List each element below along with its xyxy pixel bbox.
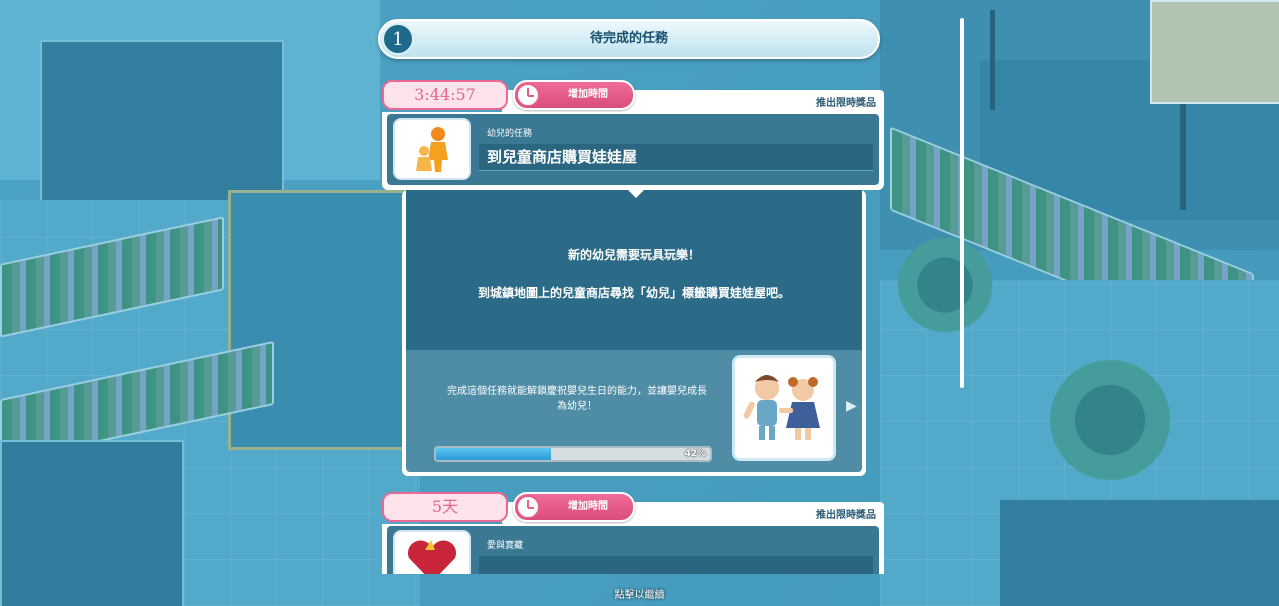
heart-treasure-icon xyxy=(393,530,471,574)
add-time-button[interactable]: 增加時間 xyxy=(513,492,635,522)
countdown-timer: 3:44:57 xyxy=(382,80,508,110)
page-title: 待完成的任務 xyxy=(589,31,668,46)
tap-to-continue[interactable]: 點擊以繼續 xyxy=(0,586,1279,601)
progress-bar: 42% xyxy=(434,446,712,462)
limited-prize-label: 推出限時獎品 xyxy=(816,98,876,109)
task-info-inner: 幼兒的任務 到兒童商店購買娃娃屋 xyxy=(387,114,879,185)
detail-line-1: 新的幼兒需要玩具玩樂！ xyxy=(567,248,700,262)
task-category: 幼兒的任務 xyxy=(487,129,533,139)
clock-icon xyxy=(516,83,540,107)
task-timer-row: 3:44:57 增加時間 推出限時獎品 xyxy=(382,80,884,112)
panel-pointer xyxy=(628,190,644,198)
clock-icon xyxy=(516,495,540,519)
add-time-label: 增加時間 xyxy=(568,89,608,100)
task-title: 到兒童商店購買娃娃屋 xyxy=(487,148,638,166)
task-info-inner: 愛與寶藏 xyxy=(387,526,879,574)
quest-header: 1 待完成的任務 xyxy=(378,19,880,59)
task-category: 愛與寶藏 xyxy=(487,541,524,551)
task-detail-panel: 新的幼兒需要玩具玩樂！ 到城鎮地圖上的兒童商店尋找「幼兒」標籤購買娃娃屋吧。 完… xyxy=(402,190,866,476)
add-time-label: 增加時間 xyxy=(568,501,608,512)
reward-area: 完成這個任務就能解鎖慶祝嬰兒生日的能力，並讓嬰兒成長為幼兒！ ▶ 42% xyxy=(406,350,862,472)
progress-label: 42% xyxy=(684,449,706,459)
task-title-bar xyxy=(479,556,873,574)
task-timer-row: 5天 增加時間 推出限時獎品 xyxy=(382,492,884,524)
add-time-button[interactable]: 增加時間 xyxy=(513,80,635,110)
toddler-icon xyxy=(393,118,471,180)
limited-prize-label: 推出限時獎品 xyxy=(816,510,876,521)
toddlers-reward-icon[interactable] xyxy=(732,355,836,461)
task-card[interactable]: 5天 增加時間 推出限時獎品 愛與寶藏 xyxy=(382,492,884,574)
detail-line-2: 到城鎮地圖上的兒童商店尋找「幼兒」標籤購買娃娃屋吧。 xyxy=(477,286,790,300)
countdown-timer: 5天 xyxy=(382,492,508,522)
scrollbar[interactable] xyxy=(960,18,964,388)
task-info: 愛與寶藏 xyxy=(382,524,884,574)
next-arrow-icon[interactable]: ▶ xyxy=(846,398,857,414)
detail-description-area: 新的幼兒需要玩具玩樂！ 到城鎮地圖上的兒童商店尋找「幼兒」標籤購買娃娃屋吧。 xyxy=(406,190,862,350)
task-info: 幼兒的任務 到兒童商店購買娃娃屋 xyxy=(382,112,884,190)
task-title-bar: 到兒童商店購買娃娃屋 xyxy=(479,144,873,171)
progress-fill xyxy=(436,448,552,460)
reward-description: 完成這個任務就能解鎖慶祝嬰兒生日的能力，並讓嬰兒成長為幼兒！ xyxy=(447,386,707,412)
